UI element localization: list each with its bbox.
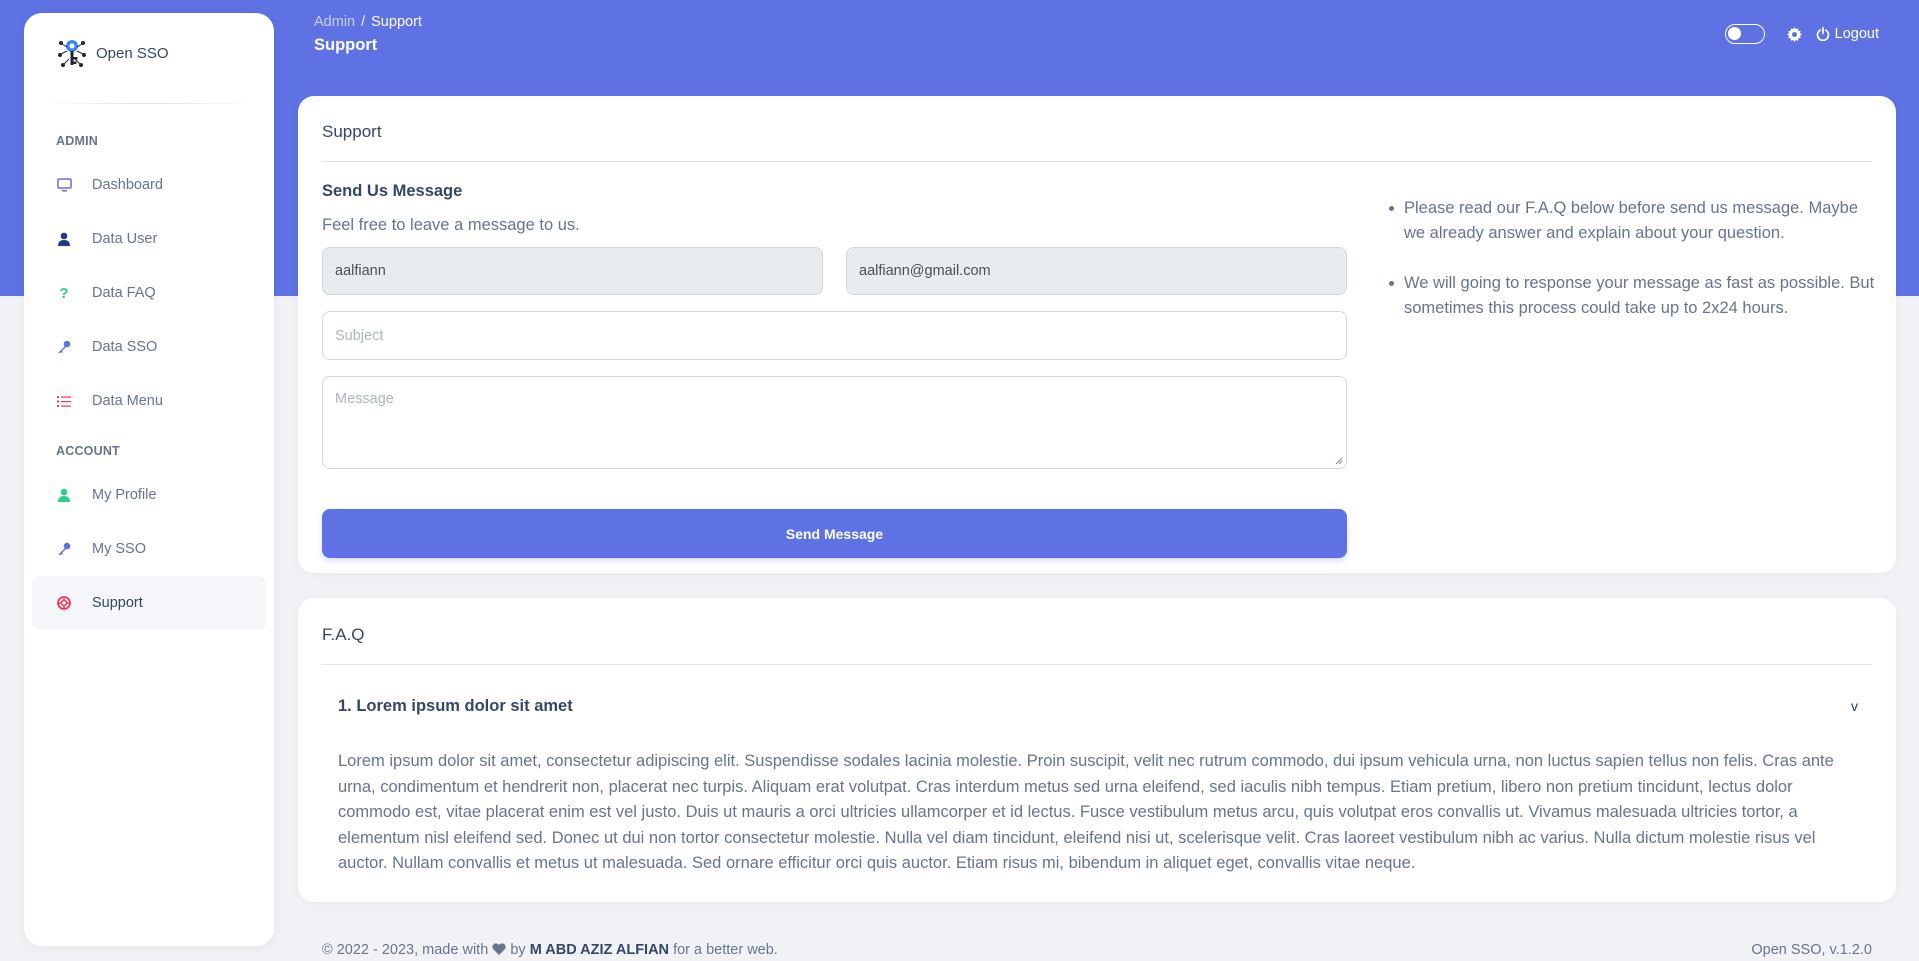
sidebar-item-label: Data SSO (92, 339, 158, 355)
sidebar: Open SSO ADMIN Dashboard Data User ? Dat… (24, 13, 274, 946)
faq-card: F.A.Q 1. Lorem ipsum dolor sit amet v Lo… (298, 598, 1896, 902)
support-card: Support Send Us Message Feel free to lea… (298, 96, 1896, 573)
form-title: Send Us Message (322, 182, 463, 200)
sidebar-item-label: Data User (92, 231, 158, 247)
footer-suffix: for a better web. (673, 942, 778, 958)
message-placeholder: Message (335, 391, 394, 407)
chevron-down-icon[interactable]: v (1851, 698, 1858, 714)
support-card-title: Support (322, 122, 382, 141)
breadcrumb: Admin / Support (314, 14, 422, 30)
page-header: Admin / Support Support (314, 14, 422, 55)
sidebar-item-support[interactable]: Support (32, 576, 266, 630)
monitor-icon (56, 177, 72, 193)
card-divider (322, 664, 1872, 665)
faq-question[interactable]: 1. Lorem ipsum dolor sit amet (338, 697, 573, 716)
support-note: We will going to response your message a… (1388, 271, 1878, 321)
lifebuoy-icon (56, 595, 72, 611)
send-message-button[interactable]: Send Message (322, 509, 1347, 558)
breadcrumb-item-admin[interactable]: Admin (314, 14, 355, 30)
sidebar-item-data-user[interactable]: Data User (32, 212, 266, 266)
logout-button[interactable]: Logout (1816, 26, 1879, 42)
footer-prefix: © 2022 - 2023, made with (322, 942, 489, 958)
sidebar-item-label: My SSO (92, 541, 146, 557)
top-right-controls: Logout (1724, 24, 1879, 44)
message-textarea[interactable]: Message (322, 376, 1347, 469)
footer: © 2022 - 2023, made with by M ABD AZIZ A… (322, 942, 1872, 958)
key-icon (56, 541, 72, 557)
sidebar-item-label: Data FAQ (92, 285, 156, 301)
breadcrumb-separator: / (361, 14, 366, 30)
subject-input[interactable]: Subject (322, 311, 1347, 360)
theme-toggle[interactable] (1724, 24, 1765, 44)
email-field[interactable]: aalfiann@gmail.com (846, 247, 1347, 295)
brand-name: Open SSO (96, 44, 169, 62)
gear-icon[interactable] (1786, 26, 1802, 42)
support-note: Please read our F.A.Q below before send … (1388, 196, 1878, 246)
key-icon (56, 339, 72, 355)
form-subtitle: Feel free to leave a message to us. (322, 216, 580, 234)
logout-label: Logout (1834, 26, 1879, 42)
list-icon (56, 393, 72, 409)
sidebar-item-label: Dashboard (92, 177, 163, 193)
faq-answer: Lorem ipsum dolor sit amet, consectetur … (338, 752, 1834, 872)
question-icon: ? (59, 284, 69, 302)
footer-by: by (510, 942, 526, 958)
page-title: Support (314, 36, 378, 54)
section-title-admin: ADMIN (56, 134, 98, 148)
card-divider (322, 161, 1872, 162)
footer-author-link[interactable]: M ABD AZIZ ALFIAN (530, 942, 669, 958)
breadcrumb-item-current: Support (371, 14, 422, 30)
sidebar-item-label: Support (92, 595, 143, 611)
resize-handle-icon[interactable] (1335, 457, 1343, 465)
sidebar-item-my-profile[interactable]: My Profile (32, 468, 266, 522)
faq-card-title: F.A.Q (322, 625, 365, 644)
power-icon (1816, 27, 1829, 41)
footer-credit: © 2022 - 2023, made with by M ABD AZIZ A… (322, 942, 778, 958)
sidebar-item-my-sso[interactable]: My SSO (32, 522, 266, 576)
sidebar-item-label: My Profile (92, 487, 157, 503)
sidebar-item-dashboard[interactable]: Dashboard (32, 158, 266, 212)
heart-icon (492, 943, 506, 955)
name-field[interactable]: aalfiann (322, 247, 823, 295)
sidebar-item-data-faq[interactable]: ? Data FAQ (32, 266, 266, 320)
footer-version: Open SSO, v.1.2.0 (1751, 942, 1872, 958)
sidebar-item-data-sso[interactable]: Data SSO (32, 320, 266, 374)
user-icon (56, 231, 72, 247)
support-notes: Please read our F.A.Q below before send … (1388, 196, 1878, 346)
brand[interactable]: Open SSO (24, 13, 274, 93)
user-icon (56, 487, 72, 503)
sidebar-item-label: Data Menu (92, 393, 163, 409)
brand-logo-icon (58, 40, 86, 67)
sidebar-item-data-menu[interactable]: Data Menu (32, 374, 266, 428)
section-title-account: ACCOUNT (56, 444, 120, 458)
toggle-knob (1727, 27, 1741, 40)
